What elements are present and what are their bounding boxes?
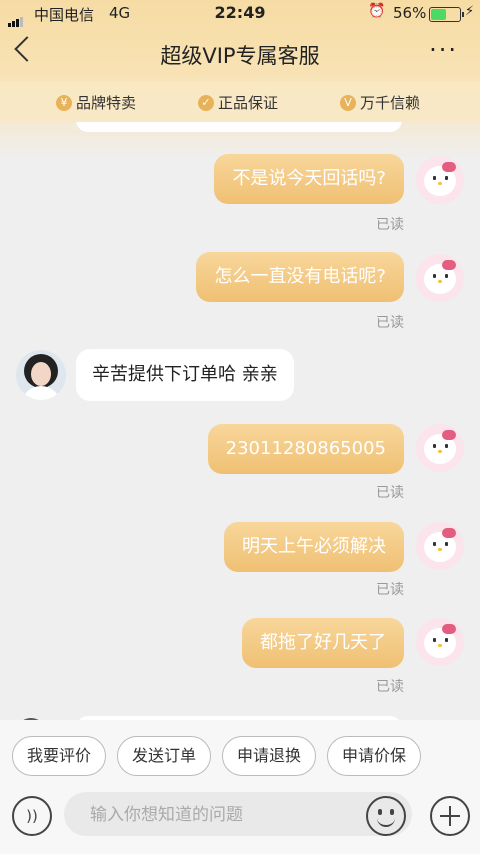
brand-icon: ¥ — [56, 94, 72, 111]
nav-bar: 超级VIP专属客服 ··· — [0, 32, 480, 76]
read-status: 已读 — [376, 217, 404, 233]
read-status: 已读 — [376, 485, 404, 501]
user-message[interactable]: 23011280865005 — [207, 424, 404, 474]
trust-label: 万千信赖 — [360, 94, 421, 112]
v-badge-icon: V — [340, 94, 356, 111]
charging-icon: ⚡ — [465, 4, 475, 19]
alarm-icon: ⏰ — [368, 3, 386, 19]
trust-item-brand: ¥ 品牌特卖 — [56, 92, 136, 113]
emoji-icon[interactable] — [366, 796, 406, 836]
trust-item-trusted: V 万千信赖 — [340, 92, 420, 113]
agent-avatar[interactable] — [16, 350, 66, 400]
user-message[interactable]: 怎么一直没有电话呢? — [196, 252, 404, 302]
read-status: 已读 — [376, 582, 404, 598]
trust-item-genuine: ✓ 正品保证 — [198, 92, 278, 113]
shield-icon: ✓ — [198, 94, 214, 111]
plus-icon[interactable] — [430, 796, 470, 836]
trust-label: 品牌特卖 — [76, 94, 137, 112]
message-input[interactable] — [88, 792, 372, 838]
message-input-wrapper — [64, 792, 412, 838]
user-avatar[interactable] — [416, 254, 464, 302]
quick-reply-price-protect[interactable]: 申请价保 — [327, 736, 421, 776]
user-avatar[interactable] — [416, 618, 464, 666]
battery-icon — [429, 7, 464, 22]
trust-label: 正品保证 — [218, 94, 279, 112]
quick-reply-review[interactable]: 我要评价 — [12, 736, 106, 776]
agent-message[interactable]: 辛苦提供下订单哈 亲亲 — [76, 349, 294, 401]
battery-percent: 56% — [393, 4, 427, 22]
partial-message — [76, 122, 402, 132]
user-avatar[interactable] — [416, 522, 464, 570]
more-icon[interactable]: ··· — [429, 36, 458, 64]
quick-reply-return[interactable]: 申请退换 — [222, 736, 316, 776]
page-title: 超级VIP专属客服 — [160, 44, 320, 68]
trust-bar: ¥ 品牌特卖 ✓ 正品保证 V 万千信赖 — [0, 82, 480, 122]
user-avatar[interactable] — [416, 424, 464, 472]
status-bar: 中国电信 4G 22:49 ⏰ 56% ⚡ — [0, 0, 480, 28]
user-message[interactable]: 都拖了好几天了 — [242, 618, 404, 668]
user-avatar[interactable] — [416, 156, 464, 204]
read-status: 已读 — [376, 679, 404, 695]
user-message[interactable]: 明天上午必须解决 — [224, 522, 404, 572]
bottom-panel: 我要评价 发送订单 申请退换 申请价保 )) — [0, 720, 480, 854]
voice-icon[interactable]: )) — [12, 796, 52, 836]
user-message[interactable]: 不是说今天回话吗? — [214, 154, 404, 204]
quick-reply-send-order[interactable]: 发送订单 — [117, 736, 211, 776]
chat-area[interactable]: 不是说今天回话吗? 已读 怎么一直没有电话呢? 已读 辛苦提供下订单哈 亲亲 2… — [0, 122, 480, 720]
read-status: 已读 — [376, 315, 404, 331]
